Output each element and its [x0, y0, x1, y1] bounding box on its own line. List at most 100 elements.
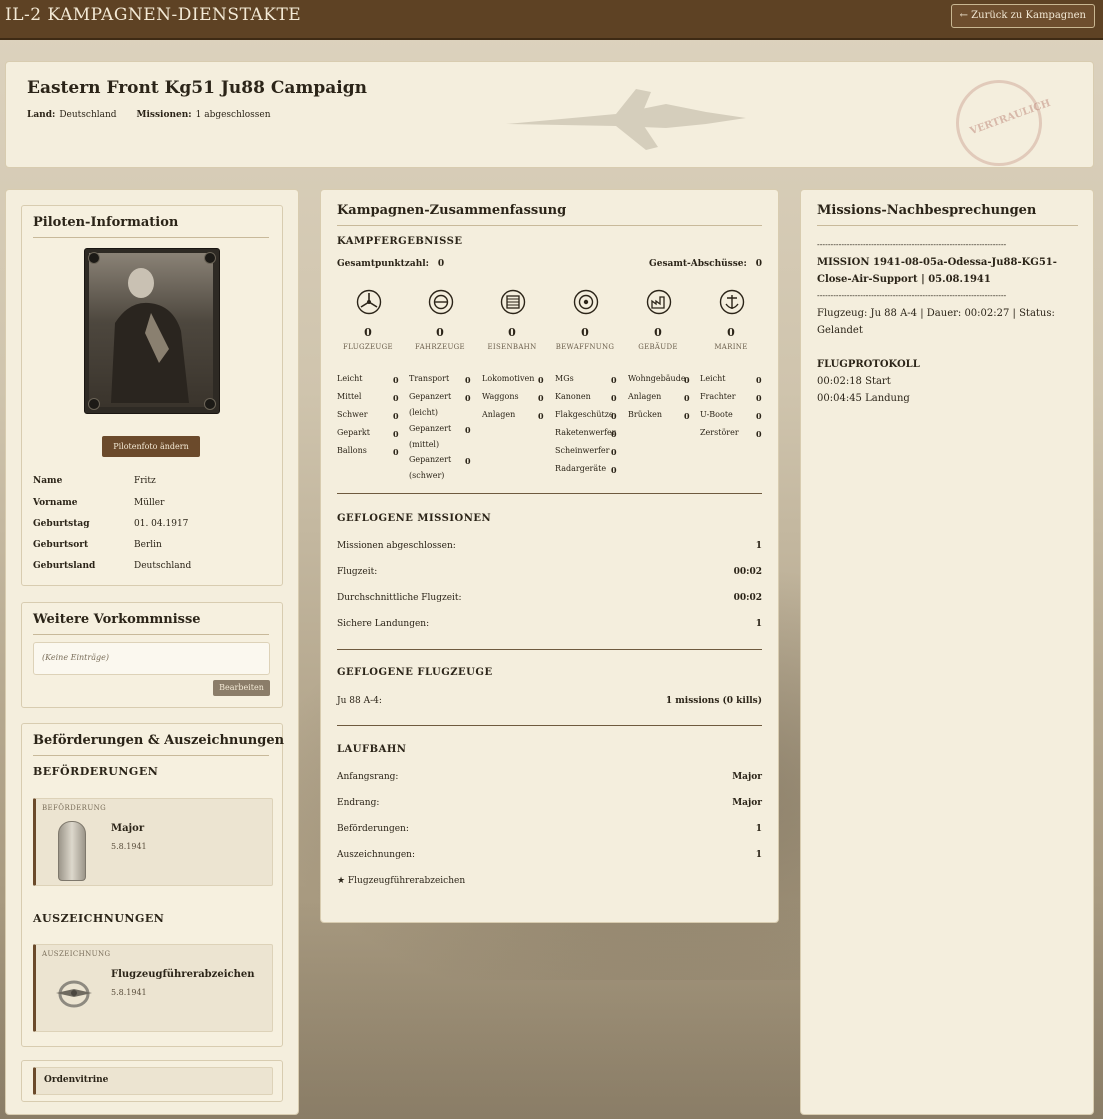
missions-row-label: Sichere Landungen: — [337, 619, 430, 629]
career-row-label: Auszeichnungen: — [337, 850, 416, 860]
breakdown-value: 0 — [393, 447, 399, 457]
divider — [33, 634, 269, 635]
top-bar: IL-2 KAMPAGNEN-DIENSTAKTE ← Zurück zu Ka… — [0, 0, 1103, 40]
breakdown-label: Gepanzert (mittel) — [409, 424, 452, 449]
factory-icon — [646, 289, 672, 315]
career-row-label: Anfangsrang: — [337, 772, 399, 782]
breakdown-value: 0 — [684, 411, 690, 421]
breakdown-label: Geparkt — [337, 428, 370, 437]
info-label-birthcountry: Geburtsland — [33, 561, 96, 571]
divider — [817, 225, 1078, 226]
breakdown-value: 0 — [393, 393, 399, 403]
career-award-entry: ★ Flugzeugführerabzeichen — [337, 876, 466, 886]
anchor-icon — [719, 289, 745, 315]
divider — [337, 725, 762, 726]
rivet-icon — [204, 398, 216, 410]
info-value-name: Fritz — [134, 476, 156, 486]
info-label-firstname: Vorname — [33, 498, 78, 508]
breakdown-label: Anlagen — [482, 410, 516, 419]
career-row-value: 1 — [755, 824, 762, 834]
total-kills-label: Gesamt-Abschüsse: — [649, 259, 747, 269]
decoration-date: 5.8.1941 — [111, 988, 147, 997]
divider — [337, 649, 762, 650]
breakdown-value: 0 — [465, 393, 471, 403]
debrief-separator: ----------------------------------------… — [817, 291, 1007, 300]
promotion-card[interactable]: BEFÖRDERUNG Major 5.8.1941 — [33, 798, 273, 886]
flight-log-entry: 00:02:18 Start — [817, 376, 891, 387]
events-entries: (Keine Einträge) — [33, 642, 270, 675]
missions-row-value: 1 — [755, 541, 762, 551]
pilot-silhouette-icon — [111, 268, 189, 403]
missions-heading: GEFLOGENE MISSIONEN — [337, 513, 492, 524]
awards-title: Beförderungen & Auszeichnungen — [33, 733, 285, 748]
breakdown-value: 0 — [756, 393, 762, 403]
breakdown-value: 0 — [611, 411, 617, 421]
vehicle-icon — [428, 289, 454, 315]
breakdown-value: 0 — [756, 411, 762, 421]
decorations-heading: AUSZEICHNUNGEN — [33, 912, 165, 925]
divider — [337, 493, 762, 494]
breakdown-value: 0 — [393, 375, 399, 385]
flight-log-entry: 00:04:45 Landung — [817, 393, 910, 404]
missions-row-label: Missionen abgeschlossen: — [337, 541, 456, 551]
stat-caption-vehicles: FAHRZEUGE — [415, 343, 465, 351]
breakdown-value: 0 — [538, 393, 544, 403]
promotion-kind: BEFÖRDERUNG — [42, 804, 107, 812]
missions-row-label: Durchschnittliche Flugzeit: — [337, 593, 462, 603]
stat-caption-weapons: BEWAFFNUNG — [555, 343, 615, 351]
breakdown-label: Wohngebäude — [628, 374, 686, 383]
vitrine-toggle[interactable]: Ordenvitrine — [33, 1067, 273, 1095]
career-row-label: Beförderungen: — [337, 824, 409, 834]
breakdown-label: Leicht — [700, 374, 726, 383]
stat-value-navy: 0 — [727, 326, 735, 339]
promotion-date: 5.8.1941 — [111, 842, 147, 851]
decoration-card[interactable]: AUSZEICHNUNG Flugzeugführerabzeichen 5.8… — [33, 944, 273, 1032]
pilot-badge-icon — [56, 980, 92, 1008]
summary-panel — [320, 189, 779, 923]
breakdown-value: 0 — [393, 411, 399, 421]
aircraft-row-label: Ju 88 A-4: — [337, 696, 382, 706]
events-placeholder: (Keine Einträge) — [42, 653, 109, 662]
stat-caption-navy: MARINE — [714, 343, 748, 351]
debrief-separator: ----------------------------------------… — [817, 240, 1007, 249]
aircraft-heading: GEFLOGENE FLUGZEUGE — [337, 667, 493, 678]
breakdown-label: Gepanzert (schwer) — [409, 455, 452, 480]
breakdown-value: 0 — [611, 429, 617, 439]
app-title: IL-2 KAMPAGNEN-DIENSTAKTE — [5, 5, 302, 25]
breakdown-label: Kanonen — [555, 392, 591, 401]
summary-title: Kampagnen-Zusammenfassung — [337, 203, 567, 218]
stat-value-weapons: 0 — [581, 326, 589, 339]
edit-button[interactable]: Bearbeiten — [213, 680, 270, 696]
career-row-value: 1 — [755, 850, 762, 860]
breakdown-label: Ballons — [337, 446, 367, 455]
breakdown-label: Mittel — [337, 392, 362, 401]
breakdown-value: 0 — [393, 429, 399, 439]
breakdown-label: Anlagen — [628, 392, 662, 401]
stat-value-aircraft: 0 — [364, 326, 372, 339]
breakdown-label: Zerstörer — [700, 428, 739, 437]
debriefings-title: Missions-Nachbesprechungen — [817, 203, 1037, 218]
career-row-value: Major — [732, 772, 762, 782]
breakdown-value: 0 — [756, 429, 762, 439]
rivet-icon — [88, 398, 100, 410]
total-kills-value: 0 — [755, 259, 762, 269]
back-to-campaigns-button[interactable]: ← Zurück zu Kampagnen — [950, 4, 1095, 28]
breakdown-label: U-Boote — [700, 410, 733, 419]
breakdown-label: Raketenwerfer — [555, 428, 616, 437]
change-photo-button[interactable]: Pilotenfoto ändern — [102, 436, 200, 457]
debrief-mission-header: MISSION 1941-08-05a-Odessa-Ju88-KG51-Clo… — [817, 254, 1057, 288]
divider — [337, 225, 762, 226]
breakdown-label: Leicht — [337, 374, 363, 383]
total-kills: Gesamt-Abschüsse: 0 — [649, 259, 762, 269]
plane-watermark-icon — [506, 89, 746, 150]
breakdown-label: Flakgeschütze — [555, 410, 614, 419]
events-title: Weitere Vorkommnisse — [33, 612, 201, 627]
breakdown-value: 0 — [684, 393, 690, 403]
stat-caption-railway: EISENBAHN — [487, 343, 537, 351]
breakdown-value: 0 — [465, 375, 471, 385]
pilot-photo — [84, 248, 220, 414]
breakdown-value: 0 — [611, 393, 617, 403]
missions-row-value: 1 — [755, 619, 762, 629]
missions-row-value: 00:02 — [733, 593, 762, 603]
flight-log-heading: FLUGPROTOKOLL — [817, 359, 920, 370]
